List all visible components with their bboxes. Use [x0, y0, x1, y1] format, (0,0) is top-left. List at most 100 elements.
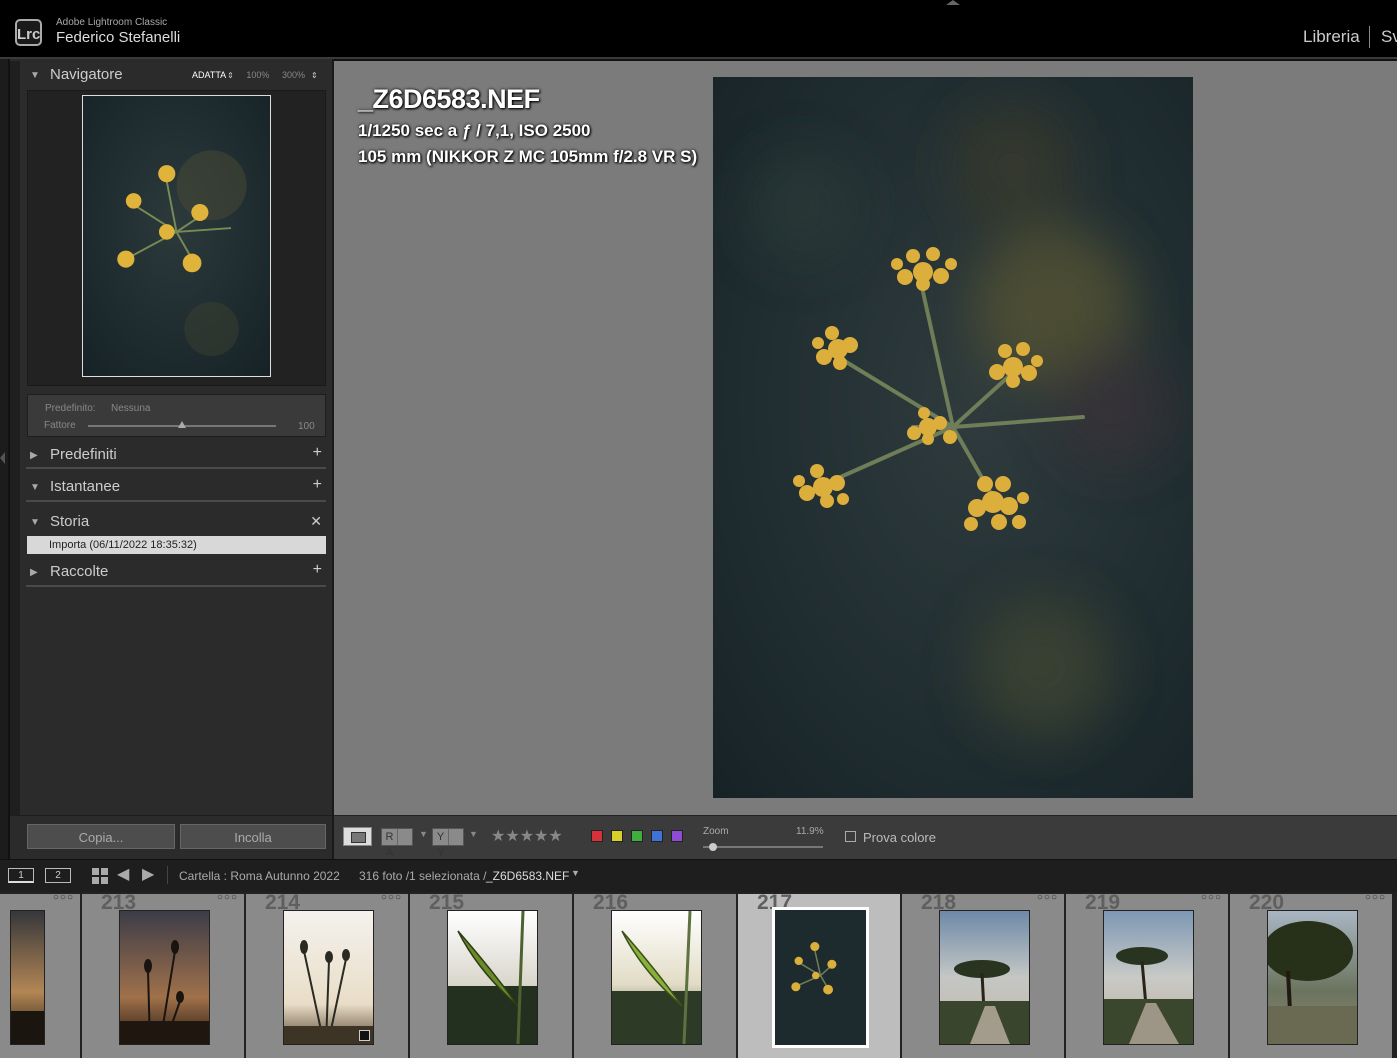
preset-value[interactable]: Nessuna	[111, 403, 150, 414]
filmstrip-cell[interactable]: 214 ○○○	[246, 894, 408, 1058]
chevron-down-icon[interactable]: ▼	[571, 868, 580, 878]
zoom-label: Zoom	[703, 826, 729, 837]
thumbnail[interactable]	[283, 910, 374, 1045]
navigator-title: Navigatore	[50, 66, 123, 83]
second-monitor-button[interactable]: 2	[45, 868, 71, 883]
yy-left-label: Y	[433, 829, 449, 845]
clear-history-icon[interactable]: ✕	[310, 513, 322, 530]
history-item[interactable]: Importa (06/11/2022 18:35:32)	[27, 536, 326, 554]
module-develop[interactable]: Sv	[1381, 27, 1397, 47]
collections-header[interactable]: ▶ Raccolte +	[22, 558, 328, 586]
section-divider	[26, 467, 326, 469]
flower-photo-small	[83, 96, 270, 376]
main-monitor-button[interactable]: 1	[8, 868, 34, 883]
loupe-view-button[interactable]	[343, 827, 372, 846]
navigator-thumbnail[interactable]	[82, 95, 271, 377]
paste-button[interactable]: Incolla	[180, 824, 326, 849]
star-rating[interactable]: ★★★★★	[491, 826, 563, 846]
expand-triangle-icon[interactable]: ▶	[30, 450, 38, 461]
cell-options-icon[interactable]: ○○○	[217, 894, 238, 903]
thumbnail[interactable]	[119, 910, 210, 1045]
filmstrip-cell[interactable]: 219 ○○○	[1066, 894, 1228, 1058]
top-bar	[0, 0, 1397, 58]
color-label-purple[interactable]	[671, 830, 683, 842]
filmstrip-cell[interactable]: 215	[410, 894, 572, 1058]
soft-proof-checkbox[interactable]	[845, 831, 856, 842]
left-panel-toggle-icon[interactable]	[0, 452, 5, 464]
add-collection-icon[interactable]: +	[313, 561, 322, 579]
thumbnail[interactable]	[1267, 910, 1358, 1045]
top-panel-toggle-icon[interactable]	[946, 0, 960, 5]
zoom-slider-track[interactable]	[703, 846, 823, 848]
color-label-green[interactable]	[631, 830, 643, 842]
bright-silhouette-thumbnail	[284, 911, 373, 1044]
expand-triangle-icon[interactable]: ▶	[30, 567, 38, 578]
soft-proof-label[interactable]: Prova colore	[863, 830, 936, 845]
module-library[interactable]: Libreria	[1303, 27, 1360, 47]
cell-options-icon[interactable]: ○○○	[1201, 894, 1222, 903]
grid-view-icon[interactable]	[92, 868, 108, 884]
thumbnail[interactable]	[1103, 910, 1194, 1045]
user-name[interactable]: Federico Stefanelli	[56, 29, 180, 46]
snapshots-header[interactable]: ▼ Istantanee +	[22, 473, 328, 501]
forward-arrow-icon[interactable]: ▶	[142, 864, 154, 884]
filmstrip-cell-selected[interactable]: 217	[738, 894, 900, 1058]
ra-r-label: R	[382, 829, 398, 845]
sunset-thumbnail	[11, 911, 44, 1044]
copy-button[interactable]: Copia...	[27, 824, 175, 849]
history-header[interactable]: ▼ Storia ✕	[22, 508, 328, 536]
silhouette-thumbnail	[120, 911, 209, 1044]
chevron-down-icon[interactable]: ▼	[419, 829, 428, 839]
cell-options-icon[interactable]: ○○○	[1365, 894, 1386, 903]
filmstrip-cell[interactable]: 216	[574, 894, 736, 1058]
thumbnail[interactable]	[772, 907, 869, 1048]
add-snapshot-icon[interactable]: +	[313, 476, 322, 494]
history-title: Storia	[50, 513, 90, 530]
collapse-triangle-icon[interactable]: ▼	[30, 482, 40, 493]
presets-title: Predefiniti	[50, 446, 117, 463]
color-label-red[interactable]	[591, 830, 603, 842]
pine-tree-thumbnail	[1104, 911, 1193, 1044]
folder-source[interactable]: Cartella : Roma Autunno 2022	[179, 869, 340, 883]
thumbnail[interactable]	[939, 910, 1030, 1045]
color-label-yellow[interactable]	[611, 830, 623, 842]
filmstrip-cell[interactable]: 213 ○○○	[82, 894, 244, 1058]
main-photo[interactable]	[713, 77, 1193, 798]
presets-header[interactable]: ▶ Predefiniti +	[22, 441, 328, 469]
cell-options-icon[interactable]: ○○○	[53, 894, 74, 903]
zoom-300-option[interactable]: 300%	[282, 70, 305, 80]
before-after-button[interactable]: YY	[432, 828, 464, 859]
navigator-zoom-options: ADATTA⇕ 100% 300% ⇕	[192, 70, 328, 80]
collapse-triangle-icon[interactable]: ▼	[30, 517, 40, 528]
cell-options-icon[interactable]: ○○○	[381, 894, 402, 903]
info-exposure: 1/1250 sec a ƒ / 7,1, ISO 2500	[358, 121, 591, 140]
reference-view-button[interactable]: RA	[381, 828, 413, 859]
back-arrow-icon[interactable]: ◀	[117, 864, 129, 884]
factor-slider-thumb[interactable]	[178, 421, 186, 428]
zoom-100-option[interactable]: 100%	[246, 70, 269, 80]
filmstrip-cell[interactable]: 220 ○○○	[1230, 894, 1392, 1058]
module-separator	[1369, 26, 1370, 48]
leaf-thumbnail	[612, 911, 701, 1044]
thumbnail[interactable]	[447, 910, 538, 1045]
color-label-blue[interactable]	[651, 830, 663, 842]
left-panel-scrollbar[interactable]	[10, 61, 20, 855]
zoom-slider-thumb[interactable]	[709, 843, 717, 851]
updown-arrows-icon: ⇕	[310, 71, 318, 80]
cell-options-icon[interactable]: ○○○	[1037, 894, 1058, 903]
selected-filename[interactable]: _Z6D6583.NEF	[486, 869, 569, 883]
filmstrip-cell[interactable]: 218 ○○○	[902, 894, 1064, 1058]
collapse-triangle-icon[interactable]: ▼	[30, 70, 40, 81]
leaf-thumbnail	[448, 911, 537, 1044]
flower-photo	[713, 77, 1193, 798]
pine-tree-thumbnail	[940, 911, 1029, 1044]
flower-thumbnail	[775, 910, 866, 1045]
add-preset-icon[interactable]: +	[313, 444, 322, 462]
thumbnail[interactable]	[10, 910, 45, 1045]
zoom-fit-option[interactable]: ADATTA	[192, 70, 226, 80]
chevron-down-icon[interactable]: ▼	[469, 829, 478, 839]
section-divider	[26, 585, 326, 587]
thumbnail[interactable]	[611, 910, 702, 1045]
filmstrip-separator	[167, 866, 168, 884]
filmstrip-cell[interactable]: ○○○	[0, 894, 80, 1058]
